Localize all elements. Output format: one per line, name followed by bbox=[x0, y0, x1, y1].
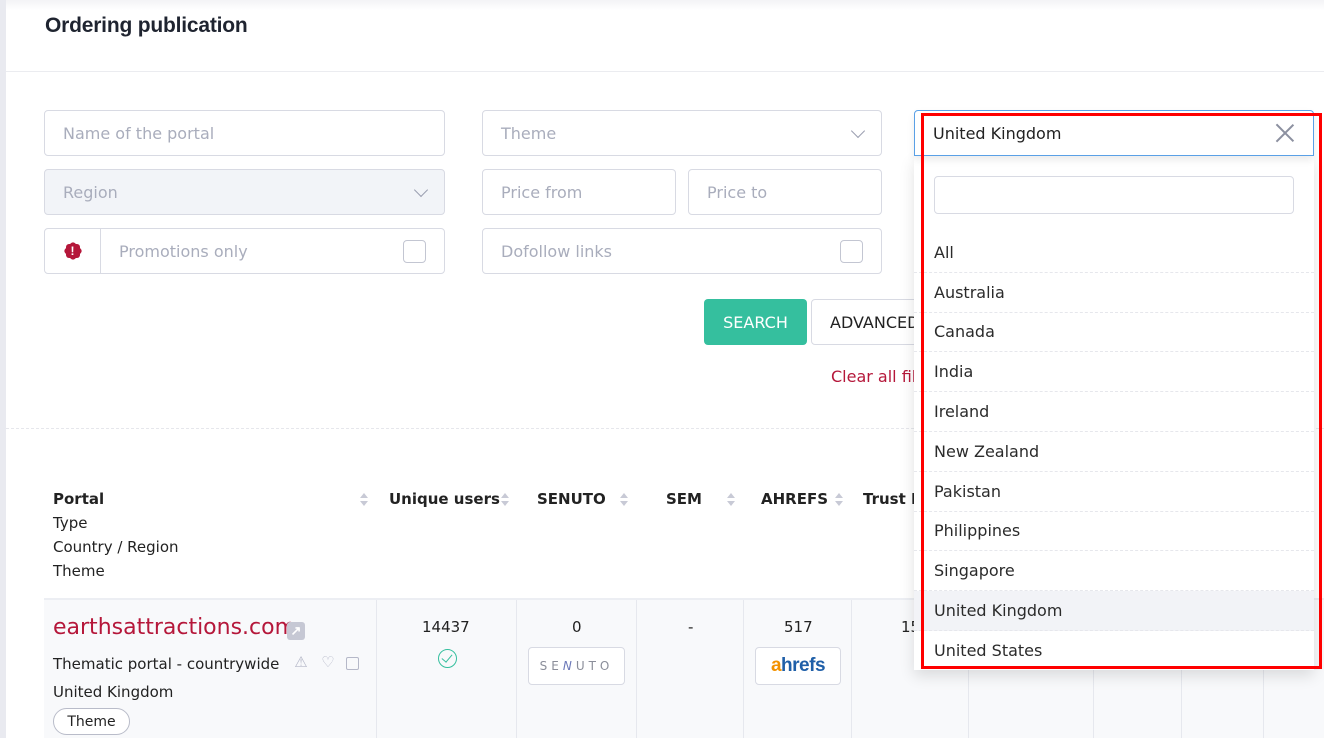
column-subheader-country: Country / Region bbox=[53, 538, 179, 556]
sort-icon[interactable] bbox=[727, 493, 736, 507]
external-link-icon[interactable]: ↗ bbox=[287, 622, 305, 640]
chevron-down-icon bbox=[413, 182, 429, 198]
column-subheader-type: Type bbox=[53, 514, 88, 532]
portal-name-input[interactable]: Name of the portal bbox=[44, 110, 445, 156]
column-header-ahrefs[interactable]: AHREFS bbox=[761, 490, 828, 508]
promotions-label: Promotions only bbox=[119, 241, 248, 261]
note-icon[interactable] bbox=[346, 657, 359, 670]
column-subheader-theme: Theme bbox=[53, 562, 105, 580]
country-option[interactable]: Philippines bbox=[914, 512, 1314, 552]
country-search-input[interactable] bbox=[934, 176, 1294, 214]
verified-check-icon bbox=[438, 649, 457, 668]
price-from-placeholder: Price from bbox=[501, 182, 583, 202]
column-header-senuto[interactable]: SENUTO bbox=[537, 490, 606, 508]
country-option[interactable]: Ireland bbox=[914, 392, 1314, 432]
search-button[interactable]: SEARCH bbox=[704, 299, 807, 345]
promotion-icon-box: ! bbox=[44, 228, 101, 274]
dofollow-checkbox[interactable] bbox=[840, 240, 863, 263]
country-option[interactable]: Pakistan bbox=[914, 472, 1314, 512]
portal-type: Thematic portal - countrywide bbox=[53, 655, 280, 673]
chevron-down-icon bbox=[850, 123, 866, 139]
country-dropdown-panel: All Australia Canada India Ireland New Z… bbox=[914, 156, 1314, 670]
sort-icon[interactable] bbox=[620, 493, 629, 507]
ahrefs-logo-button[interactable]: ahrefs bbox=[755, 647, 841, 685]
country-options-list: All Australia Canada India Ireland New Z… bbox=[914, 233, 1314, 671]
column-header-portal[interactable]: Portal bbox=[53, 490, 104, 508]
promotions-checkbox[interactable] bbox=[403, 240, 426, 263]
price-to-input[interactable]: Price to bbox=[688, 169, 882, 215]
ahrefs-logo: ahrefs bbox=[770, 655, 826, 676]
heart-icon[interactable]: ♡ bbox=[319, 654, 337, 672]
portal-country: United Kingdom bbox=[53, 683, 174, 701]
sort-icon[interactable] bbox=[835, 493, 844, 507]
ahrefs-value: 517 bbox=[784, 618, 813, 636]
sort-icon[interactable] bbox=[501, 493, 510, 507]
theme-select[interactable]: Theme bbox=[482, 110, 882, 156]
country-option[interactable]: Canada bbox=[914, 313, 1314, 353]
senuto-logo-button[interactable]: SENUTO bbox=[528, 647, 625, 685]
dofollow-label: Dofollow links bbox=[501, 241, 613, 261]
country-select-value: United Kingdom bbox=[933, 123, 1062, 143]
sort-icon[interactable] bbox=[360, 493, 369, 507]
column-divider bbox=[743, 600, 744, 738]
country-option[interactable]: Singapore bbox=[914, 551, 1314, 592]
region-placeholder: Region bbox=[63, 182, 118, 202]
senuto-logo: SENUTO bbox=[539, 659, 614, 673]
unique-users-value: 14437 bbox=[422, 618, 470, 636]
price-to-placeholder: Price to bbox=[707, 182, 768, 202]
region-select[interactable]: Region bbox=[44, 169, 445, 215]
promotions-only-toggle[interactable]: Promotions only bbox=[100, 228, 445, 274]
top-shadow bbox=[6, 0, 1324, 10]
country-option[interactable]: United States bbox=[914, 631, 1314, 671]
close-icon[interactable] bbox=[1275, 123, 1295, 143]
country-option[interactable]: India bbox=[914, 352, 1314, 393]
column-divider bbox=[636, 600, 637, 738]
portal-name-placeholder: Name of the portal bbox=[63, 123, 215, 143]
price-from-input[interactable]: Price from bbox=[482, 169, 676, 215]
senuto-value: 0 bbox=[572, 618, 582, 636]
column-header-unique-users[interactable]: Unique users bbox=[389, 490, 500, 508]
country-select[interactable]: United Kingdom bbox=[914, 110, 1314, 156]
column-divider bbox=[516, 600, 517, 738]
promotion-badge-icon: ! bbox=[62, 241, 83, 261]
column-header-sem[interactable]: SEM bbox=[666, 490, 702, 508]
portal-link[interactable]: earthsattractions.com bbox=[53, 615, 296, 640]
column-divider bbox=[851, 600, 852, 738]
header-divider bbox=[6, 71, 1324, 72]
clear-all-filters-link[interactable]: Clear all filt bbox=[831, 367, 923, 386]
country-option[interactable]: New Zealand bbox=[914, 432, 1314, 472]
theme-tag[interactable]: Theme bbox=[53, 708, 130, 735]
page-title: Ordering publication bbox=[45, 14, 248, 37]
country-option-selected[interactable]: United Kingdom bbox=[914, 591, 1314, 631]
column-divider bbox=[376, 600, 377, 738]
theme-placeholder: Theme bbox=[501, 123, 557, 143]
warning-icon[interactable]: ⚠ bbox=[292, 654, 310, 672]
country-option[interactable]: All bbox=[914, 233, 1314, 273]
sem-value: - bbox=[688, 618, 694, 636]
country-option[interactable]: Australia bbox=[914, 273, 1314, 313]
dofollow-links-toggle[interactable]: Dofollow links bbox=[482, 228, 882, 274]
